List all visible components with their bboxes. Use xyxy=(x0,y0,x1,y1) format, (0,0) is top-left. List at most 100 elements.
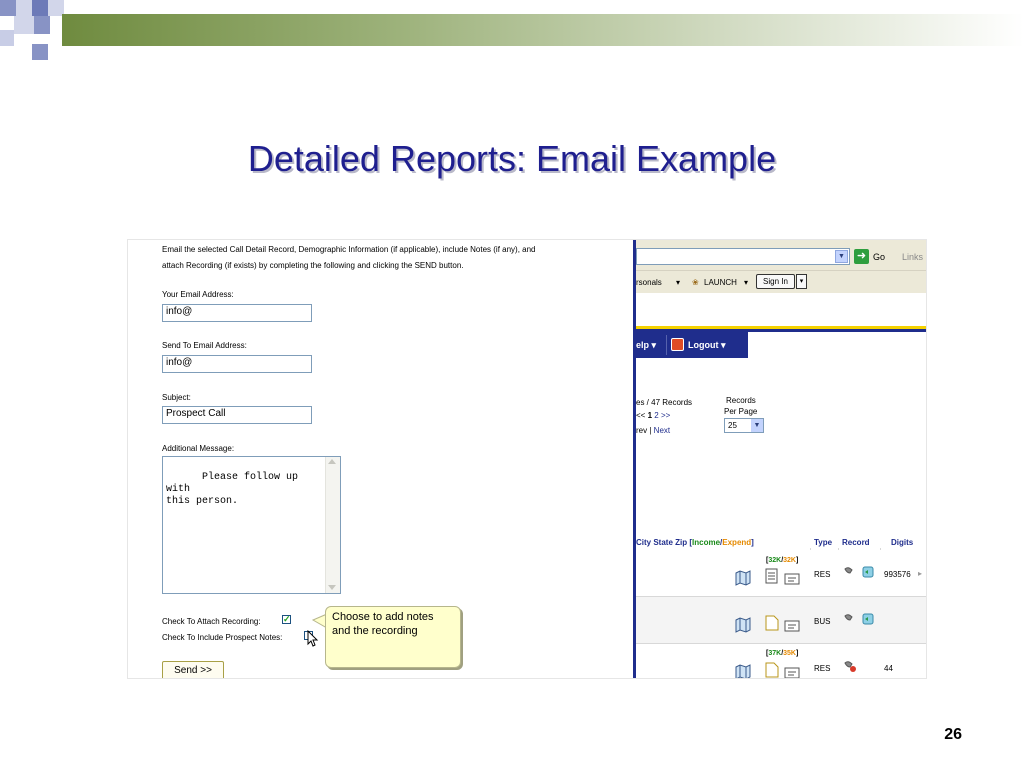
checkmark-icon: ✓ xyxy=(283,614,291,624)
subject-input[interactable]: Prospect Call xyxy=(162,406,312,424)
income-expend-badge: [32K/32K] xyxy=(766,557,799,564)
chevron-down-icon[interactable]: ▾ xyxy=(676,278,680,287)
help-label: elp xyxy=(636,340,650,350)
decorative-square xyxy=(0,0,16,16)
header-csz-suffix: ] xyxy=(751,538,754,547)
header-csz-prefix: City State Zip [ xyxy=(636,538,693,547)
decorative-square xyxy=(0,30,14,46)
records-per-page-select[interactable]: 25 ▼ xyxy=(724,418,764,433)
message-value: Please follow up with this person. xyxy=(166,472,299,507)
address-bar[interactable]: ▼ xyxy=(636,248,850,265)
header-income: Income xyxy=(692,538,721,547)
include-notes-label: Check To Include Prospect Notes: xyxy=(162,633,283,642)
links-label[interactable]: Links xyxy=(902,252,923,262)
pager-next-arrows[interactable]: >> xyxy=(661,411,670,420)
chevron-down-icon[interactable]: ▾ xyxy=(744,278,748,287)
launch-menu[interactable]: LAUNCH xyxy=(704,278,737,287)
instructions-line-1: Email the selected Call Detail Record, D… xyxy=(162,245,536,254)
recording-icon[interactable] xyxy=(860,611,876,627)
address-dropdown-icon[interactable]: ▼ xyxy=(835,250,848,263)
badge-expend: 32K xyxy=(783,557,796,564)
header-type: Type xyxy=(814,538,833,547)
phone-no-icon[interactable] xyxy=(842,658,858,674)
records-summary: es / 47 Records xyxy=(636,398,693,407)
go-button-label[interactable]: Go xyxy=(873,252,885,262)
header-digits: Digits xyxy=(891,538,914,547)
power-icon[interactable] xyxy=(671,338,684,351)
decorative-square xyxy=(16,0,32,16)
phone-icon[interactable] xyxy=(842,611,858,627)
send-to-label: Send To Email Address: xyxy=(162,341,247,350)
textarea-scrollbar[interactable] xyxy=(325,457,340,593)
scroll-up-arrow-icon[interactable] xyxy=(328,459,336,464)
go-arrow-icon[interactable]: ➜ xyxy=(854,249,869,264)
subject-label: Subject: xyxy=(162,393,191,402)
browser-window: ▼ ➜ Go Links rsonals ▾ ❀ LAUNCH ▾ Sign I… xyxy=(636,240,926,678)
email-icon[interactable] xyxy=(784,571,800,587)
records-per-page-value: 25 xyxy=(728,421,737,430)
digits-cell: 993576 xyxy=(884,570,911,579)
screenshot: Email the selected Call Detail Record, D… xyxy=(128,240,926,678)
map-icon[interactable] xyxy=(735,617,751,633)
your-email-label: Your Email Address: xyxy=(162,290,234,299)
email-icon[interactable] xyxy=(784,618,800,634)
tooltip-callout: Choose to add notes and the recording xyxy=(325,606,461,668)
type-cell: RES xyxy=(814,570,831,579)
decorative-square xyxy=(32,44,48,60)
chevron-down-icon[interactable]: ▼ xyxy=(751,419,763,432)
page-number: 26 xyxy=(944,726,962,743)
personals-menu[interactable]: rsonals xyxy=(636,278,662,287)
table-row[interactable] xyxy=(636,597,926,644)
subject-value: Prospect Call xyxy=(166,408,226,419)
badge-income: 32K xyxy=(768,557,782,564)
sign-in-dropdown-icon[interactable]: ▾ xyxy=(796,274,807,289)
map-icon[interactable] xyxy=(735,664,751,678)
badge-income: 37K xyxy=(768,650,782,657)
prev-link[interactable]: rev xyxy=(636,426,647,435)
notes-icon[interactable] xyxy=(764,568,780,584)
map-icon[interactable] xyxy=(735,570,751,586)
prev-next-links: rev | Next xyxy=(636,426,670,435)
type-cell: BUS xyxy=(814,617,831,626)
badge-expend: 35K xyxy=(783,650,796,657)
decorative-square xyxy=(14,16,34,34)
scroll-down-arrow-icon[interactable] xyxy=(328,585,336,590)
browser-toolbar: rsonals ▾ ❀ LAUNCH ▾ Sign In ▾ xyxy=(636,270,926,293)
help-menu[interactable]: elp ▾ xyxy=(636,340,656,351)
slide-title: Detailed Reports: Email Example xyxy=(247,138,777,179)
message-label: Additional Message: xyxy=(162,444,235,453)
phone-icon[interactable] xyxy=(842,564,858,580)
header-city-state-zip: City State Zip [Income/Expend] xyxy=(636,538,754,547)
next-link[interactable]: Next xyxy=(654,426,670,435)
note-blank-icon[interactable] xyxy=(764,662,780,678)
chevron-down-icon: ▾ xyxy=(721,340,726,350)
pager-separator: | xyxy=(649,426,652,435)
income-expend-badge: [37K/35K] xyxy=(766,650,799,657)
note-blank-icon[interactable] xyxy=(764,615,780,631)
site-nav-bar: elp ▾ Logout ▾ xyxy=(636,332,748,358)
sign-in-button[interactable]: Sign In xyxy=(756,274,795,289)
email-form-panel: Email the selected Call Detail Record, D… xyxy=(128,240,633,678)
recording-icon[interactable] xyxy=(860,564,876,580)
your-email-value: info@ xyxy=(166,306,193,317)
send-to-value: info@ xyxy=(166,357,193,368)
send-button[interactable]: Send >> xyxy=(162,661,224,678)
decorative-square xyxy=(34,16,50,34)
records-per-page-label-1: Records xyxy=(726,396,756,405)
records-per-page-label-2: Per Page xyxy=(724,407,758,416)
pager-prev-arrows[interactable]: << xyxy=(636,411,645,420)
expand-arrow-icon[interactable]: ▸ xyxy=(918,569,922,578)
mouse-cursor-icon xyxy=(307,630,319,647)
email-icon[interactable] xyxy=(784,665,800,678)
pager-page-2[interactable]: 2 xyxy=(654,411,658,420)
pager: << 1 2 >> xyxy=(636,411,670,420)
send-to-email-input[interactable]: info@ xyxy=(162,355,312,373)
nav-separator xyxy=(666,335,667,355)
instructions-line-2: attach Recording (if exists) by completi… xyxy=(162,261,464,270)
logout-menu[interactable]: Logout ▾ xyxy=(688,340,726,351)
attach-recording-checkbox[interactable]: ✓ xyxy=(282,615,291,624)
decorative-square xyxy=(32,0,48,16)
pager-page-current: 1 xyxy=(647,411,653,420)
your-email-input[interactable]: info@ xyxy=(162,304,312,322)
additional-message-textarea[interactable]: Please follow up with this person. xyxy=(162,456,341,594)
